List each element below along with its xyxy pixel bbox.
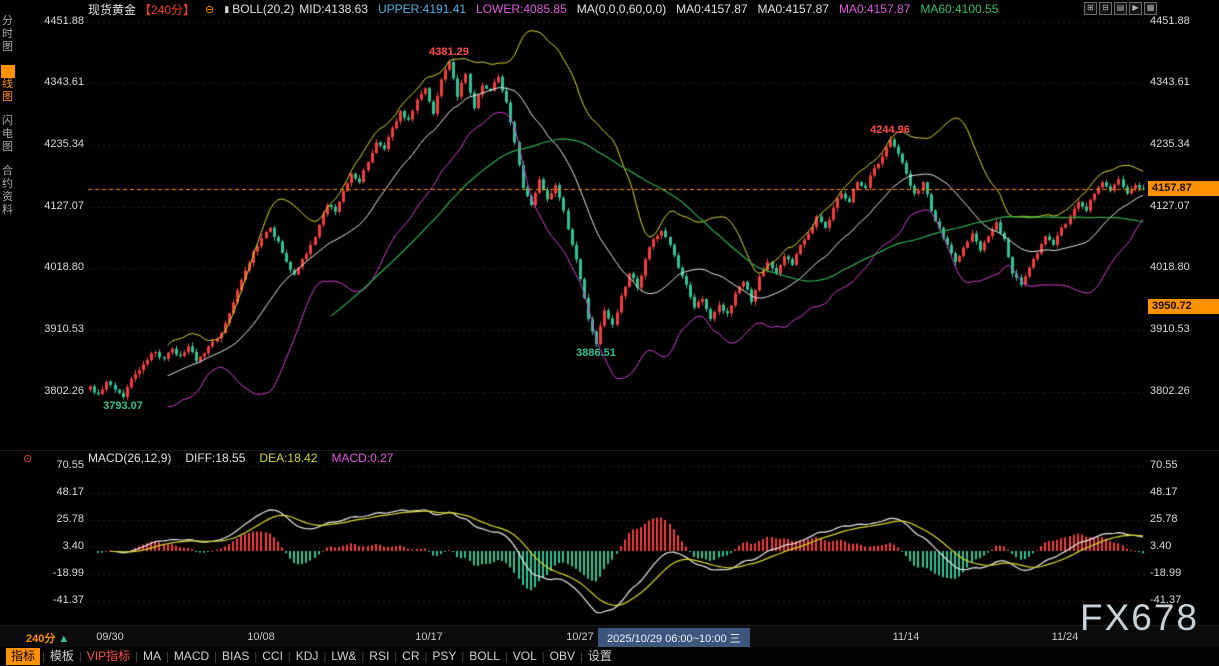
price-axis-label: 4235.34	[30, 138, 84, 150]
price-axis-label: 3910.53	[1150, 323, 1204, 335]
indicator-tab-2[interactable]: VIP指标	[82, 648, 135, 665]
macd-axis-label: 25.78	[30, 513, 84, 525]
price-axis-label: 4018.80	[30, 261, 84, 273]
chart-type-sidebar: 分时图 K线图闪电图合约资料	[0, 15, 15, 217]
indicator-tab-13[interactable]: VOL	[508, 648, 542, 665]
period-label: 240分	[26, 633, 55, 645]
macd-axis-label: -41.37	[30, 594, 84, 606]
period-selector[interactable]: 240分 ▲	[26, 630, 69, 646]
macd-dea-value: DEA:18.42	[259, 451, 317, 465]
macd-axis-label: 25.78	[1150, 513, 1204, 525]
indicator-tab-9[interactable]: RSI	[364, 648, 394, 665]
indicator-tab-15[interactable]: 设置	[583, 648, 617, 665]
candlestick-chart-canvas[interactable]	[0, 0, 1219, 666]
period-tag: 【240分】	[139, 1, 195, 18]
macd-axis-label: 48.17	[30, 486, 84, 498]
macd-indicator-header: MACD(26,12,9) DIFF:18.55 DEA:18.42 MACD:…	[88, 451, 393, 465]
boll-icon: ▮	[224, 4, 229, 15]
indicator-tab-7[interactable]: KDJ	[291, 648, 324, 665]
indicator-marker-icon[interactable]: ⊙	[23, 452, 32, 465]
price-axis-label: 4451.88	[30, 15, 84, 27]
indicator-tab-12[interactable]: BOLL	[464, 648, 505, 665]
layout-icon[interactable]: ▤	[1114, 2, 1127, 15]
chart-application: 现货黄金 【240分】 ⊖ ▮ BOLL(20,2) MID:4138.63 U…	[0, 0, 1219, 666]
indicator-tab-6[interactable]: CCI	[257, 648, 288, 665]
price-axis-label: 4127.07	[30, 200, 84, 212]
price-axis-label: 4235.34	[1150, 138, 1204, 150]
zoom-in-icon[interactable]: ⊞	[1084, 2, 1097, 15]
indicator-tab-3[interactable]: MA	[138, 648, 166, 665]
indicator-tab-1[interactable]: 模板	[45, 648, 79, 665]
price-axis-label: 4343.61	[1150, 76, 1204, 88]
price-axis-label: 4018.80	[1150, 261, 1204, 273]
price-axis-label: 4451.88	[1150, 15, 1204, 27]
macd-axis-label: 3.40	[1150, 540, 1204, 552]
price-axis-label: 3802.26	[1150, 385, 1204, 397]
current-price-tag: 4157.87	[1148, 181, 1219, 196]
macd-macd-value: MACD:0.27	[331, 451, 393, 465]
grid-icon[interactable]: ▦	[1144, 2, 1157, 15]
macd-axis-label: 3.40	[30, 540, 84, 552]
time-axis: 240分 ▲ 2025/10/29 06:00~10:00 三 09/30 10/…	[0, 625, 1219, 648]
boll-lower-value: LOWER:4085.85	[476, 2, 567, 16]
time-axis-label: 10/17	[407, 631, 451, 643]
macd-axis-label: -18.99	[30, 567, 84, 579]
macd-title: MACD(26,12,9)	[88, 451, 171, 465]
time-axis-label: 10/27	[558, 631, 602, 643]
price-axis-label: 4343.61	[30, 76, 84, 88]
tab-time-chart[interactable]: 分时图	[1, 15, 15, 54]
indicator-tab-bar: 指标|模板|VIP指标|MA|MACD|BIAS|CCI|KDJ|LW&|RSI…	[0, 647, 1219, 666]
ma-settings-label: MA(0,0,0,60,0,0)	[577, 2, 666, 16]
reference-price-tag: 3950.72	[1148, 299, 1219, 314]
zoom-out-icon[interactable]: ⊟	[1099, 2, 1112, 15]
macd-axis-label: 48.17	[1150, 486, 1204, 498]
minus-circle-icon[interactable]: ⊖	[205, 3, 214, 16]
ma0-value-2: MA0:4157.87	[758, 2, 829, 16]
indicator-tab-11[interactable]: PSY	[427, 648, 461, 665]
boll-upper-value: UPPER:4191.41	[378, 2, 466, 16]
indicator-tab-5[interactable]: BIAS	[217, 648, 254, 665]
indicator-tab-14[interactable]: OBV	[545, 648, 580, 665]
boll-mid-value: MID:4138.63	[299, 2, 368, 16]
tab-kline-chart[interactable]: K线图	[1, 65, 15, 104]
ma60-value: MA60:4100.55	[920, 2, 998, 16]
time-axis-label: 10/08	[239, 631, 283, 643]
time-axis-label: 11/14	[884, 631, 928, 643]
indicator-tab-8[interactable]: LW&	[326, 648, 361, 665]
window-control-icons: ⊞⊟▤▶▦	[1084, 2, 1157, 15]
price-annotation: 4381.29	[423, 46, 475, 58]
macd-axis-label: 70.55	[1150, 459, 1204, 471]
indicator-tab-0[interactable]: 指标	[6, 648, 40, 665]
symbol-title: 现货黄金	[88, 1, 136, 18]
boll-settings-label: BOLL(20,2)	[232, 2, 294, 16]
crosshair-datetime-label: 2025/10/29 06:00~10:00 三	[598, 628, 750, 648]
play-icon[interactable]: ▶	[1129, 2, 1142, 15]
ma0-value-1: MA0:4157.87	[676, 2, 747, 16]
price-axis-label: 3910.53	[30, 323, 84, 335]
tab-flash-chart[interactable]: 闪电图	[1, 115, 15, 154]
macd-axis-label: -18.99	[1150, 567, 1204, 579]
fx678-watermark: FX678	[1080, 597, 1199, 639]
time-axis-label: 09/30	[88, 631, 132, 643]
price-axis-label: 3802.26	[30, 385, 84, 397]
price-annotation: 3886.51	[570, 347, 622, 359]
price-annotation: 3793.07	[97, 400, 149, 412]
tab-contract-info[interactable]: 合约资料	[1, 165, 15, 217]
ma0-value-3: MA0:4157.87	[839, 2, 910, 16]
macd-axis-label: 70.55	[30, 459, 84, 471]
chart-header: 现货黄金 【240分】 ⊖ ▮ BOLL(20,2) MID:4138.63 U…	[88, 1, 998, 17]
price-annotation: 4244.96	[864, 124, 916, 136]
up-triangle-icon: ▲	[58, 633, 69, 645]
price-axis-label: 4127.07	[1150, 200, 1204, 212]
macd-diff-value: DIFF:18.55	[185, 451, 245, 465]
indicator-tab-10[interactable]: CR	[397, 648, 424, 665]
indicator-tab-4[interactable]: MACD	[169, 648, 214, 665]
